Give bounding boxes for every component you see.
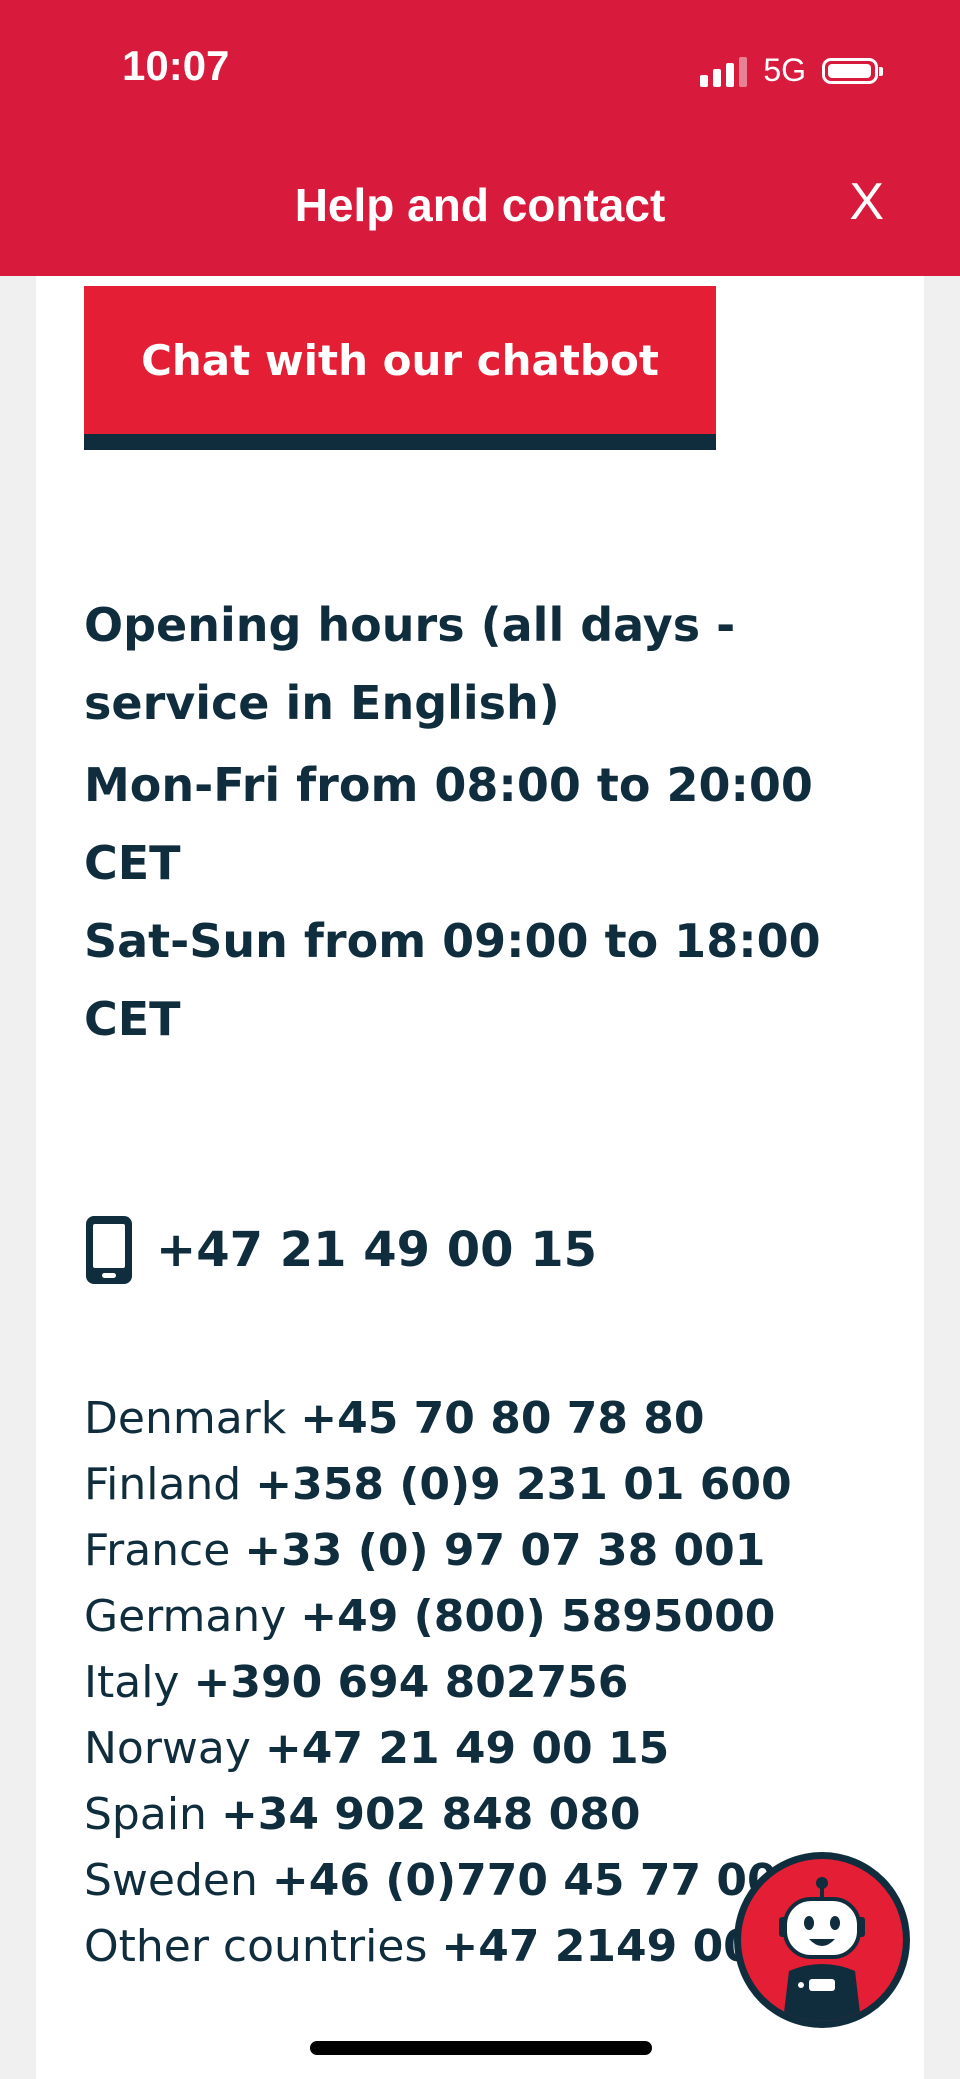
country-phone-number[interactable]: +33 (0) 97 07 38 001 bbox=[244, 1525, 765, 1576]
country-name: Italy bbox=[84, 1657, 180, 1708]
country-name: Germany bbox=[84, 1591, 287, 1642]
country-row-france: France +33 (0) 97 07 38 001 bbox=[84, 1518, 924, 1584]
country-name: Sweden bbox=[84, 1855, 258, 1906]
main-phone-link[interactable]: +47 21 49 00 15 bbox=[84, 1214, 597, 1286]
country-row-germany: Germany +49 (800) 5895000 bbox=[84, 1584, 924, 1650]
mobile-phone-icon bbox=[86, 1216, 132, 1284]
chatbot-launcher-button[interactable] bbox=[734, 1852, 910, 2028]
country-name: Spain bbox=[84, 1789, 207, 1840]
country-row-spain: Spain +34 902 848 080 bbox=[84, 1782, 924, 1848]
country-phone-number[interactable]: +358 (0)9 231 01 600 bbox=[255, 1459, 791, 1510]
country-phone-number[interactable]: +390 694 802756 bbox=[193, 1657, 628, 1708]
country-phone-number[interactable]: +49 (800) 5895000 bbox=[300, 1591, 775, 1642]
home-indicator[interactable] bbox=[310, 2041, 652, 2055]
country-row-denmark: Denmark +45 70 80 78 80 bbox=[84, 1386, 924, 1452]
network-type: 5G bbox=[763, 52, 806, 88]
country-row-finland: Finland +358 (0)9 231 01 600 bbox=[84, 1452, 924, 1518]
weekend-hours-line1: Sat-Sun from 09:00 to 18:00 bbox=[84, 914, 821, 968]
help-content-card: Chat with our chatbot Opening hours (all… bbox=[36, 276, 924, 2079]
country-row-norway: Norway +47 21 49 00 15 bbox=[84, 1716, 924, 1782]
country-phone-number[interactable]: +46 (0)770 45 77 00 bbox=[272, 1855, 778, 1906]
close-button[interactable]: X bbox=[849, 176, 884, 228]
country-phone-number[interactable]: +47 21 49 00 15 bbox=[265, 1723, 669, 1774]
weekend-hours-line2: CET bbox=[84, 992, 181, 1046]
opening-hours-title-line2: service in English) bbox=[84, 676, 560, 730]
country-name: Finland bbox=[84, 1459, 242, 1510]
opening-hours-title-line1: Opening hours (all days - bbox=[84, 598, 736, 652]
weekday-hours-line1: Mon-Fri from 08:00 to 20:00 bbox=[84, 758, 813, 812]
status-bar-indicators: 5G bbox=[700, 52, 883, 89]
page-title: Help and contact bbox=[294, 179, 666, 231]
country-name: Denmark bbox=[84, 1393, 287, 1444]
weekday-hours-line2: CET bbox=[84, 836, 181, 890]
country-phone-number[interactable]: +34 902 848 080 bbox=[221, 1789, 641, 1840]
country-name: France bbox=[84, 1525, 231, 1576]
country-row-italy: Italy +390 694 802756 bbox=[84, 1650, 924, 1716]
main-phone-number: +47 21 49 00 15 bbox=[156, 1222, 598, 1278]
country-phone-number[interactable]: +45 70 80 78 80 bbox=[300, 1393, 704, 1444]
status-bar-time: 10:07 bbox=[122, 42, 230, 89]
country-name: Norway bbox=[84, 1723, 251, 1774]
opening-hours-section: Opening hours (all days - service in Eng… bbox=[84, 586, 884, 1058]
signal-strength-icon bbox=[700, 55, 748, 87]
app-header: 10:07 5G Help and contact X bbox=[0, 0, 960, 276]
chatbot-robot-icon bbox=[779, 1877, 865, 2021]
battery-icon bbox=[822, 57, 883, 84]
chat-with-chatbot-button[interactable]: Chat with our chatbot bbox=[84, 286, 716, 434]
country-name: Other countries bbox=[84, 1921, 428, 1972]
